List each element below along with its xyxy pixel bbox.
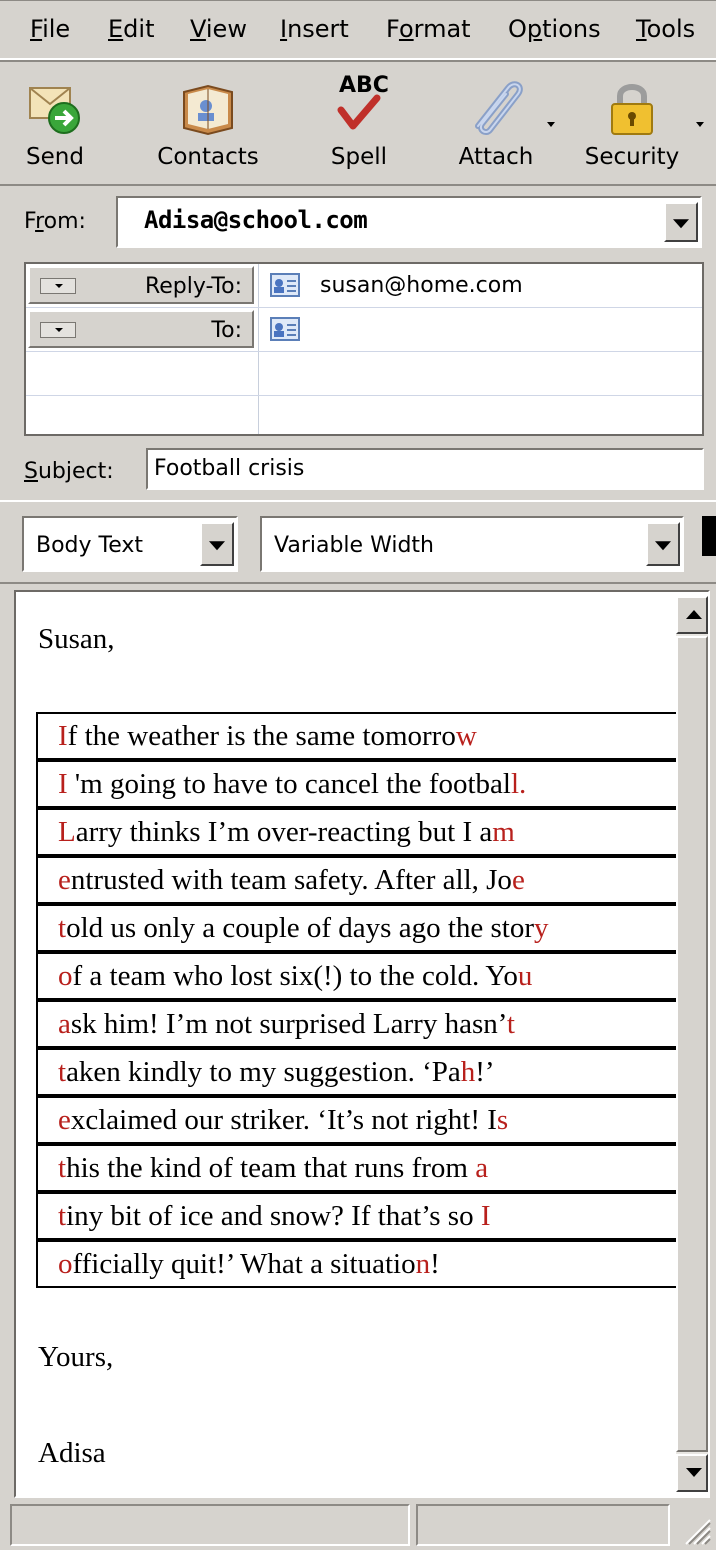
closing-text: Yours, <box>38 1341 114 1373</box>
recipient-row: Reply-To: susan@home.com <box>26 264 702 308</box>
contact-card-icon <box>270 317 300 341</box>
recipients-list: Reply-To: susan@home.com To: <box>24 262 704 436</box>
address-type-dropdown[interactable] <box>40 278 76 294</box>
subject-label: Subject: <box>24 459 114 484</box>
contact-card-icon <box>270 273 300 297</box>
text-line: ask him! I’m not surprised Larry hasn’t <box>36 1000 708 1048</box>
subject-value: Football crisis <box>154 456 305 481</box>
contacts-label: Contacts <box>157 144 259 170</box>
scroll-down-button[interactable] <box>676 1454 708 1492</box>
scrollbar-thumb[interactable] <box>676 636 708 1452</box>
status-panel <box>10 1504 410 1546</box>
security-button[interactable]: Security <box>582 68 682 180</box>
paragraph-style-select[interactable]: Body Text <box>22 516 238 572</box>
address-type-selector[interactable]: To: <box>28 310 254 348</box>
attach-button[interactable]: Attach <box>446 68 546 180</box>
font-dropdown-button[interactable] <box>646 522 680 566</box>
recipient-address-input[interactable] <box>320 316 680 344</box>
chevron-down-icon <box>673 219 689 229</box>
message-body[interactable]: Susan, If the weather is the same tomorr… <box>14 590 710 1498</box>
text-line: If the weather is the same tomorrow <box>36 712 708 760</box>
spellcheck-icon: ABC <box>327 74 391 134</box>
arrow-down-icon <box>686 1468 702 1477</box>
address-type-dropdown[interactable] <box>40 322 76 338</box>
attach-dropdown-icon[interactable] <box>547 122 555 127</box>
from-label: From: <box>24 209 86 234</box>
text-line: told us only a couple of days ago the st… <box>36 904 708 952</box>
menu-view[interactable]: View <box>190 14 247 44</box>
chevron-down-icon <box>209 541 225 551</box>
recipient-address[interactable]: susan@home.com <box>320 272 523 300</box>
vertical-scrollbar[interactable] <box>676 596 708 1492</box>
chevron-down-icon <box>655 541 671 551</box>
text-line: of a team who lost six(!) to the cold. Y… <box>36 952 708 1000</box>
font-value: Variable Width <box>274 533 434 558</box>
empty-recipient-row[interactable] <box>26 392 702 436</box>
from-value: Adisa@school.com <box>144 206 368 234</box>
send-label: Send <box>26 144 84 170</box>
send-button[interactable]: Send <box>10 68 102 180</box>
text-line: Larry thinks I’m over-reacting but I am <box>36 808 708 856</box>
recipient-row: To: <box>26 308 702 352</box>
menu-format[interactable]: Format <box>386 14 471 44</box>
empty-recipient-row[interactable] <box>26 352 702 396</box>
text-line: officially quit!’ What a situation! <box>36 1240 708 1288</box>
menu-file[interactable]: File <box>30 14 70 44</box>
scroll-up-button[interactable] <box>676 596 708 634</box>
text-line: entrusted with team safety. After all, J… <box>36 856 708 904</box>
contacts-button[interactable]: Contacts <box>150 68 266 180</box>
text-line: tiny bit of ice and snow? If that’s so I <box>36 1192 708 1240</box>
status-bar <box>0 1500 716 1550</box>
from-select[interactable]: Adisa@school.com <box>116 196 702 248</box>
text-line: I 'm going to have to cancel the footbal… <box>36 760 708 808</box>
menu-tools[interactable]: Tools <box>636 14 695 44</box>
toolbar: Send Contacts ABC Spell Attach Security <box>0 60 716 186</box>
padlock-icon <box>611 84 653 135</box>
greeting-text: Susan, <box>38 623 115 655</box>
paperclip-icon <box>475 81 523 136</box>
format-toolbar: Body Text Variable Width <box>0 500 716 584</box>
paragraph-style-value: Body Text <box>36 533 144 558</box>
address-book-icon <box>183 84 233 136</box>
signature-text: Adisa <box>38 1437 106 1469</box>
resize-grip-icon[interactable] <box>680 1514 712 1546</box>
menu-edit[interactable]: Edit <box>108 14 154 44</box>
address-type-label: Reply-To: <box>144 274 242 299</box>
from-dropdown-button[interactable] <box>664 202 698 242</box>
security-label: Security <box>584 144 680 170</box>
text-line: exclaimed our striker. ‘It’s not right! … <box>36 1096 708 1144</box>
text-color-swatch[interactable] <box>702 516 716 556</box>
text-line: taken kindly to my suggestion. ‘Pah!’ <box>36 1048 708 1096</box>
chevron-down-icon <box>55 328 63 332</box>
security-dropdown-icon[interactable] <box>696 122 704 127</box>
text-line: this the kind of team that runs from a <box>36 1144 708 1192</box>
subject-input[interactable]: Football crisis <box>146 448 704 490</box>
spell-label: Spell <box>330 144 388 170</box>
menu-bar: File Edit View Insert Format Options Too… <box>0 0 716 60</box>
send-icon <box>29 87 80 134</box>
address-type-label: To: <box>211 318 242 343</box>
attach-label: Attach <box>458 144 534 170</box>
paragraph-style-dropdown-button[interactable] <box>200 522 234 566</box>
status-panel <box>416 1504 670 1546</box>
menu-options[interactable]: Options <box>508 14 601 44</box>
chevron-down-icon <box>55 284 63 288</box>
arrow-up-icon <box>686 610 702 619</box>
spell-button[interactable]: ABC Spell <box>318 68 400 180</box>
address-type-selector[interactable]: Reply-To: <box>28 266 254 304</box>
font-select[interactable]: Variable Width <box>260 516 684 572</box>
menu-insert[interactable]: Insert <box>280 14 349 44</box>
